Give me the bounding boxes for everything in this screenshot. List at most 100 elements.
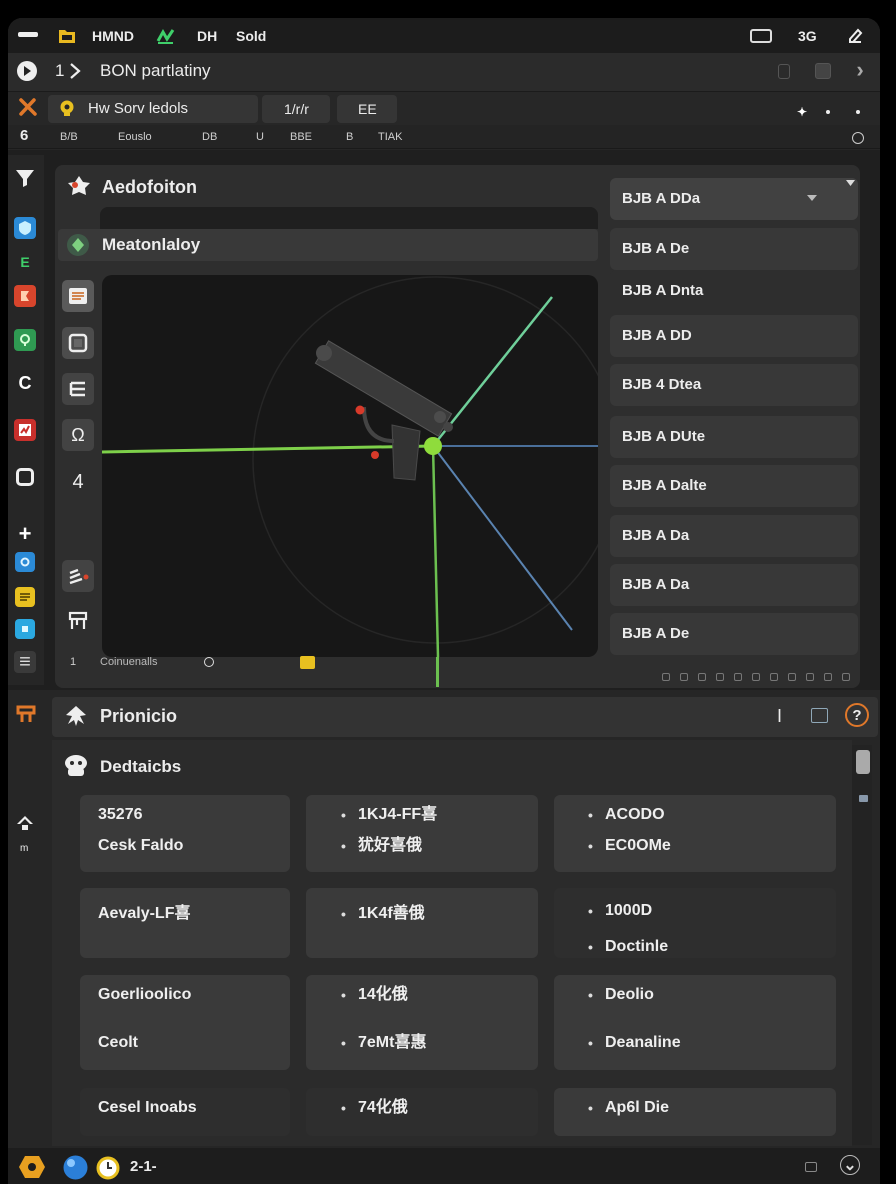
material-icon[interactable] [14, 329, 36, 351]
layers-icon[interactable] [14, 251, 36, 273]
tab-1[interactable]: 1/r/r [262, 95, 330, 123]
table-icon[interactable] [62, 605, 94, 637]
hammer-icon[interactable] [15, 703, 39, 725]
chevron-down-icon[interactable] [806, 193, 818, 203]
scrollbar-thumb[interactable] [856, 750, 870, 774]
status-icon[interactable] [680, 673, 688, 681]
detail-card[interactable]: 14化俄 7eMt喜惠 [306, 975, 538, 1070]
home-icon[interactable] [15, 813, 35, 833]
panel-icon[interactable] [811, 708, 828, 723]
star-icon[interactable] [791, 101, 813, 123]
chevron-down-icon[interactable] [840, 1155, 860, 1175]
zigzag-icon[interactable] [156, 27, 176, 45]
square-icon[interactable] [16, 468, 34, 486]
detail-card[interactable]: 1KJ4-FF喜 犹好喜俄 [306, 795, 538, 872]
status-icon[interactable] [842, 673, 850, 681]
tab-2[interactable]: EE [337, 95, 397, 123]
list-item[interactable]: BJB A DUte [610, 416, 858, 458]
menu-icon[interactable] [18, 32, 38, 37]
list-item[interactable]: BJB A Da [610, 564, 858, 606]
globe-icon[interactable] [63, 1155, 88, 1180]
align-icon[interactable] [62, 373, 94, 405]
viewport-scene[interactable] [102, 275, 598, 657]
subbar-item[interactable]: 6 [20, 127, 28, 145]
note-icon[interactable] [300, 656, 315, 669]
plus-icon[interactable] [14, 523, 36, 545]
bracket-icon[interactable] [14, 372, 36, 394]
list-item[interactable]: BJB A De [610, 613, 858, 655]
app-label[interactable]: HMND [92, 26, 134, 46]
subbar-item[interactable]: U [256, 130, 264, 144]
3d-viewport[interactable] [102, 275, 598, 657]
list-icon[interactable] [62, 280, 94, 312]
subbar-item[interactable]: B [346, 130, 353, 144]
subbar-item[interactable]: Eouslo [118, 130, 152, 144]
status-icon[interactable] [770, 673, 778, 681]
frame-icon[interactable] [62, 327, 94, 359]
help-icon[interactable] [845, 703, 869, 727]
caret-down-icon[interactable] [846, 180, 855, 187]
circle-icon[interactable] [204, 657, 214, 667]
detail-card[interactable]: Ap6l Die [554, 1088, 836, 1136]
menu-item[interactable]: DH [197, 26, 217, 46]
list-item[interactable]: BJB A DDa [610, 178, 858, 220]
subbar-item[interactable]: TIAK [378, 130, 402, 144]
chevron-right-icon[interactable] [68, 62, 82, 80]
status-icon[interactable] [734, 673, 742, 681]
list-item-label: BJB A Da [622, 576, 690, 593]
status-icon[interactable] [662, 673, 670, 681]
shield-icon[interactable] [14, 217, 36, 239]
detail-card[interactable]: Aevaly-LF喜 [80, 888, 290, 958]
list-item[interactable]: BJB A DD [610, 315, 858, 357]
detail-card[interactable]: Goerlioolico Ceolt [80, 975, 290, 1070]
origin-gizmo[interactable] [424, 437, 442, 455]
render-icon[interactable] [14, 419, 36, 441]
list-item[interactable]: BJB A Dalte [610, 465, 858, 507]
close-x-icon[interactable] [17, 97, 39, 117]
edit-icon[interactable] [846, 27, 864, 45]
status-icon[interactable] [824, 673, 832, 681]
folder-icon[interactable] [58, 27, 76, 44]
chevron-right-icon[interactable] [849, 59, 871, 81]
status-icon[interactable] [806, 673, 814, 681]
status-icon[interactable] [752, 673, 760, 681]
stripes-icon[interactable] [62, 560, 94, 592]
status-icon[interactable] [698, 673, 706, 681]
subbar-item[interactable]: B/B [60, 130, 78, 144]
circle-icon[interactable] [852, 132, 864, 144]
menu-lines-icon[interactable] [14, 651, 36, 673]
detail-card[interactable]: Deolio Deanaline [554, 975, 836, 1070]
detail-card[interactable]: 1000D Doctinle [554, 888, 836, 958]
detail-card[interactable]: Cesel Inoabs [80, 1088, 290, 1136]
window-icon[interactable] [805, 1162, 817, 1172]
light-icon[interactable] [15, 619, 35, 639]
list-item[interactable]: BJB A Da [610, 515, 858, 557]
note-icon[interactable] [15, 587, 35, 607]
window-icon[interactable] [815, 63, 831, 79]
filter-icon[interactable] [14, 167, 36, 189]
subbar-item[interactable]: BBE [290, 130, 312, 144]
dot-icon[interactable] [826, 110, 830, 114]
detail-card[interactable]: 35276 Cesk Faldo [80, 795, 290, 872]
paint-icon[interactable] [14, 285, 36, 307]
list-item[interactable]: BJB 4 Dtea [610, 364, 858, 406]
detail-card[interactable]: ACODO EC0OMe [554, 795, 836, 872]
hexagon-icon[interactable] [18, 1154, 46, 1180]
status-icon[interactable] [716, 673, 724, 681]
transform-icon[interactable] [62, 466, 94, 498]
list-item[interactable]: BJB A Dnta [610, 270, 858, 312]
play-icon[interactable] [16, 60, 38, 82]
subbar-item[interactable]: DB [202, 130, 217, 144]
page-icon[interactable] [778, 64, 790, 79]
scrollbar[interactable] [852, 745, 872, 1145]
menu-item[interactable]: Sold [236, 26, 266, 46]
list-item[interactable]: BJB A De [610, 228, 858, 270]
detail-card[interactable]: 1K4f善俄 [306, 888, 538, 958]
dot-icon[interactable] [856, 110, 860, 114]
search-text[interactable]: Hw Sorv ledols [88, 99, 188, 119]
status-icon[interactable] [788, 673, 796, 681]
clock-icon[interactable] [96, 1156, 120, 1180]
lasso-icon[interactable] [62, 419, 94, 451]
camera-icon[interactable] [15, 552, 35, 572]
detail-card[interactable]: 74化俄 [306, 1088, 538, 1136]
